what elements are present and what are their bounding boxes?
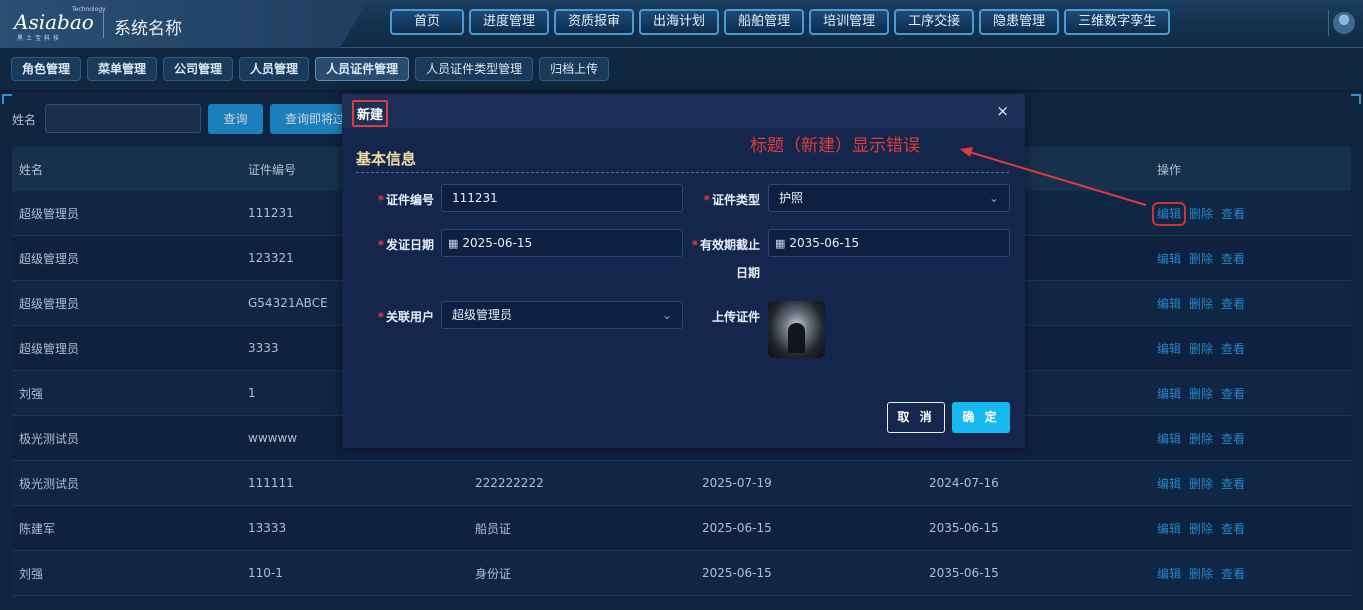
tab-person-cert-management[interactable]: 人员证件管理: [315, 57, 410, 81]
cert-no-label: * 证件编号: [377, 193, 434, 207]
tab-company-management[interactable]: 公司管理: [163, 57, 234, 81]
user-label: * 关联用户: [377, 310, 434, 324]
nav-progress[interactable]: 进度管理: [469, 9, 550, 35]
logo-tech-text: Technology: [72, 6, 106, 13]
logo-subtitle: 黑土宝科技: [17, 35, 63, 42]
tab-cert-type-management[interactable]: 人员证件类型管理: [415, 57, 534, 81]
cert-no-input[interactable]: 111231: [441, 184, 683, 212]
top-header: Asiabao Technology 黑土宝科技 系统名称 首页 进度管理 资质…: [0, 0, 1363, 48]
section-title: 基本信息: [356, 150, 417, 168]
expire-date-label-line2: 日期: [735, 266, 760, 280]
logo-panel: Asiabao Technology 黑土宝科技 系统名称: [0, 0, 368, 48]
confirm-button[interactable]: 确 定: [952, 402, 1010, 433]
tab-role-management[interactable]: 角色管理: [11, 57, 82, 81]
calendar-icon: ▦: [448, 237, 459, 250]
section-divider: [356, 172, 1009, 173]
dialog-header: 新建 ×: [342, 94, 1025, 128]
logo-divider: [103, 12, 104, 38]
system-name: 系统名称: [114, 19, 182, 39]
tab-person-management[interactable]: 人员管理: [239, 57, 310, 81]
tab-bar: 角色管理 菜单管理 公司管理 人员管理 人员证件管理 人员证件类型管理 归档上传: [0, 48, 1363, 90]
calendar-icon: ▦: [775, 237, 786, 250]
nav-sea-plan[interactable]: 出海计划: [639, 9, 720, 35]
expire-date-label: * 有效期截止: [691, 238, 760, 252]
new-cert-dialog: 新建 × 基本信息 * 证件编号 111231 * 证件类型 护照 ⌄ * 发证日期 ▦…: [342, 94, 1025, 448]
tab-menu-management[interactable]: 菜单管理: [87, 57, 158, 81]
company-logo: Asiabao: [14, 10, 94, 34]
user-avatar-icon[interactable]: [1333, 12, 1355, 34]
chevron-down-icon: ⌄: [661, 308, 672, 322]
issue-date-input[interactable]: ▦ 2025-06-15: [441, 229, 683, 257]
tab-archive-upload[interactable]: 归档上传: [539, 57, 610, 81]
nav-home[interactable]: 首页: [390, 9, 465, 35]
chevron-down-icon: ⌄: [988, 191, 999, 205]
dialog-title: 新建: [352, 100, 389, 127]
user-select[interactable]: 超级管理员 ⌄: [441, 301, 683, 329]
nav-ship[interactable]: 船舶管理: [724, 9, 805, 35]
header-separator: [1328, 10, 1329, 36]
uploaded-cert-thumbnail[interactable]: [768, 301, 825, 358]
cert-type-label: * 证件类型: [703, 193, 760, 207]
nav-training[interactable]: 培训管理: [809, 9, 890, 35]
main-nav: 首页 进度管理 资质报审 出海计划 船舶管理 培训管理 工序交接 隐患管理 三维…: [390, 9, 1171, 35]
nav-digital-twin[interactable]: 三维数字孪生: [1064, 9, 1171, 35]
annotation-text: 标题（新建）显示错误: [750, 136, 920, 156]
expire-date-input[interactable]: ▦ 2035-06-15: [768, 229, 1010, 257]
cert-type-select[interactable]: 护照 ⌄: [768, 184, 1010, 212]
nav-handover[interactable]: 工序交接: [894, 9, 975, 35]
cancel-button[interactable]: 取 消: [887, 402, 945, 433]
issue-date-label: * 发证日期: [377, 238, 434, 252]
nav-qualification[interactable]: 资质报审: [554, 9, 635, 35]
upload-label: 上传证件: [711, 310, 760, 324]
nav-hazard[interactable]: 隐患管理: [979, 9, 1060, 35]
close-icon[interactable]: ×: [996, 102, 1009, 120]
